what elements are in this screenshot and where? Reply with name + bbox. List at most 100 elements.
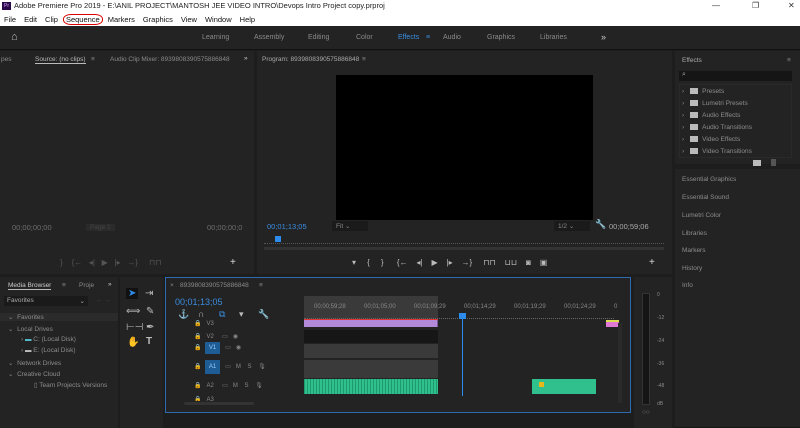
workspace-editing[interactable]: Editing (308, 34, 329, 41)
panel-menu-icon[interactable]: ≡ (259, 282, 263, 289)
microphone-icon[interactable]: 🎙 (258, 364, 266, 370)
tree-local-drives[interactable]: ⌄ Local Drives (8, 325, 53, 333)
razor-tool-icon[interactable]: ✎ (146, 306, 154, 317)
workspace-menu-icon[interactable]: ≡ (426, 34, 430, 41)
add-button-icon[interactable]: + (649, 257, 655, 268)
panel-menu-icon[interactable]: ≡ (91, 56, 95, 63)
add-button-icon[interactable]: + (230, 257, 236, 268)
nest-toggle-icon[interactable]: ⚓ (178, 309, 189, 320)
playhead-handle[interactable] (459, 313, 466, 319)
menu-help[interactable]: Help (240, 15, 255, 24)
solo-button[interactable]: S (245, 383, 249, 389)
solo-buttons-icon[interactable]: ○○ (642, 409, 650, 416)
track-label[interactable]: A2 (206, 383, 213, 389)
tree-c-drive[interactable]: › ▬ C: (Local Disk) (21, 336, 76, 343)
tab-audio-clip-mixer[interactable]: Audio Clip Mixer: 8939808390575886848 (110, 56, 230, 63)
track-target-a1[interactable]: A1 (204, 360, 221, 374)
effects-item-lumetri-presets[interactable]: › Lumetri Presets (682, 100, 748, 107)
menu-view[interactable]: View (181, 15, 197, 24)
track-select-tool-icon[interactable]: ⇥ (145, 288, 153, 299)
timeline-playhead[interactable] (462, 314, 463, 396)
resolution-dropdown[interactable]: 1/2 ⌄ (554, 221, 590, 231)
effects-item-video-effects[interactable]: › Video Effects (682, 136, 740, 143)
track-label[interactable]: A3 (206, 397, 213, 401)
video-clip-v3[interactable] (304, 320, 438, 327)
page-dropdown[interactable]: Page 1 (86, 224, 115, 231)
add-marker-icon[interactable]: ▾ (239, 309, 244, 320)
favorites-dropdown[interactable]: Favorites ⌄ (4, 296, 88, 306)
close-button[interactable]: ✕ (788, 0, 795, 12)
mute-button[interactable]: M (233, 383, 238, 389)
panel-info[interactable]: Info (675, 275, 800, 428)
tab-sequence[interactable]: 8939808390575886848 (180, 282, 249, 289)
horizontal-zoom-scrollbar[interactable] (184, 402, 254, 405)
program-playhead[interactable] (275, 236, 281, 242)
program-timecode[interactable]: 00;01;13;05 (267, 222, 307, 231)
tab-effect-controls[interactable]: pes (1, 56, 11, 63)
workspace-color[interactable]: Color (356, 34, 373, 41)
wrench-icon[interactable]: 🔧 (595, 219, 606, 230)
workspace-graphics[interactable]: Graphics (487, 34, 515, 41)
program-transport-controls[interactable]: ▾ { } {← ◂| ▶ |▸ →} ⊓⊓ ⊔⊔ ◙ ▣ (352, 258, 547, 267)
vertical-scrollbar[interactable] (618, 323, 622, 403)
new-bin-icon[interactable] (753, 160, 761, 166)
zoom-dropdown[interactable]: Fit ⌄ (332, 221, 368, 231)
workspace-learning[interactable]: Learning (202, 34, 229, 41)
track-v2-area[interactable] (304, 330, 438, 343)
maximize-button[interactable]: ❐ (752, 0, 759, 12)
tree-creative-cloud[interactable]: ⌄ Creative Cloud (8, 370, 60, 378)
solo-button[interactable]: S (248, 364, 252, 370)
menu-file[interactable]: File (4, 15, 16, 24)
effects-search-input[interactable]: ⌕ (679, 71, 792, 81)
tab-media-browser[interactable]: Media Browser (8, 282, 52, 290)
panel-menu-icon[interactable]: ≡ (62, 282, 66, 289)
workspace-libraries[interactable]: Libraries (540, 34, 567, 41)
trash-icon[interactable] (771, 159, 776, 166)
track-label[interactable]: V2 (206, 334, 213, 340)
source-transport-controls[interactable]: } {← ◂| ▶ |▸ →} ⊓⊓ (60, 258, 162, 267)
program-zoom-scrollbar[interactable] (264, 247, 664, 250)
menu-sequence[interactable]: Sequence (62, 13, 103, 25)
program-ruler[interactable] (264, 236, 664, 244)
hand-tool-icon[interactable]: ✋ (127, 337, 139, 348)
slip-tool-icon[interactable]: ⊢⊣ (126, 322, 143, 333)
workspace-effects[interactable]: Effects (398, 34, 419, 41)
linked-selection-icon[interactable]: ⧉ (219, 309, 225, 320)
selection-tool-icon[interactable]: ➤ (126, 288, 139, 299)
tree-network-drives[interactable]: ⌄ Network Drives (8, 359, 61, 367)
minimize-button[interactable]: — (712, 0, 720, 12)
track-a1-area[interactable] (304, 360, 438, 378)
track-label[interactable]: V3 (206, 321, 213, 327)
ripple-edit-tool-icon[interactable]: ⟺ (126, 306, 140, 317)
pen-tool-icon[interactable]: ✒ (146, 322, 154, 333)
tree-favorites[interactable]: ⌄ Favorites (0, 313, 118, 321)
back-forward-arrows[interactable]: ← → (96, 297, 111, 304)
type-tool-icon[interactable]: T (146, 336, 152, 347)
track-v1-area[interactable] (304, 344, 438, 358)
track-target-v1[interactable]: V1 (204, 342, 221, 354)
tree-team-projects-versions[interactable]: ▯ Team Projects Versions (34, 381, 107, 389)
source-timecode[interactable]: 00;00;00;00 (12, 223, 52, 232)
menu-edit[interactable]: Edit (24, 15, 37, 24)
timeline-timecode[interactable]: 00;01;13;05 (175, 297, 223, 307)
workspace-audio[interactable]: Audio (443, 34, 461, 41)
menu-window[interactable]: Window (205, 15, 232, 24)
effects-item-presets[interactable]: › Presets (682, 88, 724, 95)
more-workspaces-icon[interactable]: » (601, 32, 606, 42)
more-tabs-icon[interactable]: » (244, 55, 248, 62)
effects-item-audio-effects[interactable]: › Audio Effects (682, 112, 740, 119)
effects-item-audio-transitions[interactable]: › Audio Transitions (682, 124, 752, 131)
workspace-assembly[interactable]: Assembly (254, 34, 284, 41)
mute-button[interactable]: M (236, 364, 241, 370)
timeline-settings-icon[interactable]: 🔧 (258, 309, 269, 320)
audio-clip-a2[interactable] (304, 379, 438, 394)
panel-menu-icon[interactable]: ≡ (362, 56, 366, 63)
menu-markers[interactable]: Markers (108, 15, 135, 24)
tab-project[interactable]: Proje (79, 282, 94, 289)
audio-clip-a2-second[interactable] (532, 379, 596, 394)
effects-item-video-transitions[interactable]: › Video Transitions (682, 148, 752, 155)
tab-source[interactable]: Source: (no clips) (35, 56, 86, 64)
menu-clip[interactable]: Clip (45, 15, 58, 24)
tree-e-drive[interactable]: › ▬ E: (Local Disk) (21, 347, 76, 354)
more-tabs-icon[interactable]: » (108, 281, 112, 288)
